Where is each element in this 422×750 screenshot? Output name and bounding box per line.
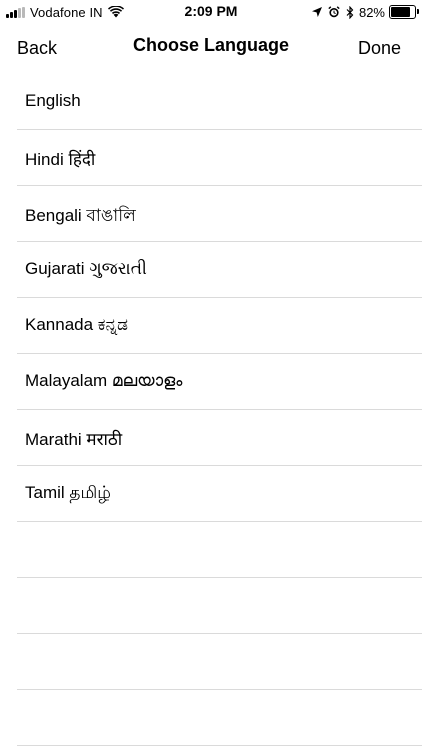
battery-level <box>391 7 410 17</box>
status-bar: Vodafone IN 2:09 PM 82% <box>0 0 422 24</box>
language-row[interactable]: Kannada ಕನ್ನಡ <box>17 298 422 354</box>
alarm-icon <box>328 6 340 18</box>
language-row[interactable]: Hindi हिंदी <box>17 130 422 186</box>
language-row[interactable]: Gujarati ગુજરાતી <box>17 242 422 298</box>
status-bar-right: 82% <box>311 4 419 20</box>
bluetooth-icon <box>346 5 354 19</box>
battery-percent: 82% <box>358 4 385 20</box>
location-arrow-icon <box>311 7 322 17</box>
language-label: Tamil தமிழ் <box>25 483 111 502</box>
language-label: Kannada ಕನ್ನಡ <box>25 315 129 334</box>
battery-cap <box>417 9 419 14</box>
language-list: English Hindi हिंदी Bengali বাঙালি Gujarati… <box>0 74 422 746</box>
done-button[interactable]: Done <box>358 38 401 59</box>
empty-row <box>17 522 422 578</box>
language-label: Malayalam മലയാളം <box>25 371 183 390</box>
empty-row <box>17 634 422 690</box>
language-row[interactable]: Bengali বাঙালি <box>17 186 422 242</box>
language-label: English <box>25 91 81 110</box>
battery-icon <box>389 5 419 19</box>
language-row[interactable]: Malayalam മലയാളം <box>17 354 422 410</box>
empty-row <box>17 578 422 634</box>
language-row[interactable]: Tamil தமிழ் <box>17 466 422 522</box>
language-row[interactable]: Marathi मराठी <box>17 410 422 466</box>
language-label: Hindi हिंदी <box>25 150 96 169</box>
language-label: Gujarati ગુજરાતી <box>25 259 147 278</box>
language-label: Marathi मराठी <box>25 430 123 449</box>
empty-row <box>17 690 422 746</box>
navigation-bar: Back Choose Language Done <box>0 24 422 76</box>
language-label: Bengali বাঙালি <box>25 206 136 225</box>
language-row[interactable]: English <box>17 74 422 130</box>
